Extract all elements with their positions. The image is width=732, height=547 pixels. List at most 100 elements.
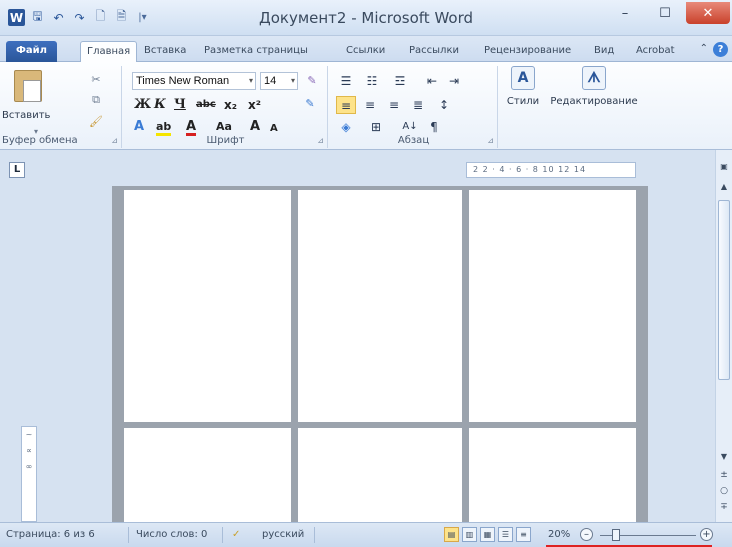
paste-icon[interactable] xyxy=(14,70,42,102)
shading-icon[interactable]: ◈ xyxy=(336,118,356,136)
tab-mailings[interactable]: Рассылки xyxy=(409,41,459,62)
bold-button[interactable]: Ж xyxy=(134,96,151,114)
outline-view-icon[interactable]: ☰ xyxy=(498,527,513,542)
tab-page-layout[interactable]: Разметка страницы xyxy=(204,41,308,62)
align-left-icon[interactable]: ≡ xyxy=(336,96,356,114)
maximize-button[interactable]: ☐ xyxy=(646,2,684,24)
language-indicator[interactable]: русский xyxy=(262,529,304,540)
view-ruler-icon[interactable]: ▣ xyxy=(716,162,732,176)
chevron-down-icon: ▾ xyxy=(248,76,253,85)
highlight-button[interactable]: ab xyxy=(156,118,172,136)
scroll-thumb[interactable] xyxy=(718,200,730,380)
grow-font-button[interactable]: A xyxy=(250,118,260,136)
italic-button[interactable]: К xyxy=(154,96,166,114)
underline-button[interactable]: Ч xyxy=(174,96,186,114)
tab-file[interactable]: Файл xyxy=(6,41,57,62)
tab-insert[interactable]: Вставка xyxy=(144,41,186,62)
word-count[interactable]: Число слов: 0 xyxy=(136,529,207,540)
justify-icon[interactable]: ≣ xyxy=(408,96,428,114)
ruler-area: L 2 2 · 4 · 6 · 8 10 12 14 xyxy=(0,150,732,186)
page-thumbnail[interactable] xyxy=(469,190,636,422)
horizontal-ruler[interactable]: 2 2 · 4 · 6 · 8 10 12 14 xyxy=(466,162,636,178)
paragraph-launcher-icon[interactable]: ⊿ xyxy=(487,136,494,145)
status-divider xyxy=(128,527,129,543)
minimize-button[interactable]: – xyxy=(606,2,644,24)
show-formatting-button[interactable]: ¶ xyxy=(424,118,444,136)
tab-home[interactable]: Главная xyxy=(80,41,138,63)
tab-selector-button[interactable]: L xyxy=(9,162,25,178)
chevron-down-icon: ▾ xyxy=(290,76,295,85)
help-icon[interactable]: ? xyxy=(713,42,728,57)
draft-view-icon[interactable]: ≡ xyxy=(516,527,531,542)
clipboard-launcher-icon[interactable]: ⊿ xyxy=(111,136,118,145)
tab-review[interactable]: Рецензирование xyxy=(484,41,571,62)
paste-button[interactable]: Вставить xyxy=(2,110,50,121)
document-workspace[interactable]: ~ ∝ ∞ xyxy=(0,186,715,522)
font-size-value: 14 xyxy=(264,75,277,87)
styles-button[interactable]: A Стили xyxy=(502,66,544,107)
font-launcher-icon[interactable]: ⊿ xyxy=(317,136,324,145)
previous-page-icon[interactable]: ± xyxy=(716,470,732,480)
borders-icon[interactable]: ⊞ xyxy=(366,118,386,136)
font-name-value: Times New Roman xyxy=(136,75,230,87)
page-thumbnail[interactable] xyxy=(298,428,462,522)
scroll-down-icon[interactable]: ▼ xyxy=(716,452,732,466)
paragraph-group: ☰ ☷ ☲ ⇤ ⇥ ≡ ≡ ≡ ≣ ↕ ◈ ⊞ A↓ ¶ Абзац ⊿ xyxy=(330,66,498,148)
decrease-indent-icon[interactable]: ⇤ xyxy=(422,72,442,90)
align-right-icon[interactable]: ≡ xyxy=(384,96,404,114)
status-bar: Страница: 6 из 6 Число слов: 0 ✓ русский… xyxy=(0,522,732,547)
line-spacing-icon[interactable]: ↕ xyxy=(434,96,454,114)
browse-object-icon[interactable]: ○ xyxy=(716,486,732,496)
clipboard-group-label: Буфер обмена xyxy=(2,135,78,146)
page-thumbnail[interactable] xyxy=(124,428,291,522)
text-effects-button[interactable]: A xyxy=(134,118,144,136)
proofing-icon[interactable]: ✓ xyxy=(232,529,240,540)
format-painter-icon[interactable]: 🖌 xyxy=(88,114,104,130)
vertical-scrollbar[interactable]: ▣ ▲ ▼ ± ○ ∓ xyxy=(715,150,732,522)
zoom-out-button[interactable]: – xyxy=(580,528,593,541)
font-name-combo[interactable]: Times New Roman ▾ xyxy=(132,72,256,90)
full-screen-view-icon[interactable]: ▥ xyxy=(462,527,477,542)
multilevel-list-icon[interactable]: ☲ xyxy=(390,72,410,90)
font-color-button[interactable]: A xyxy=(186,118,197,136)
print-layout-view-icon[interactable]: ▤ xyxy=(444,527,459,542)
grow-font-icon[interactable]: ✎ xyxy=(304,73,320,89)
minimize-ribbon-icon[interactable]: ⌃ xyxy=(700,43,708,54)
zoom-level[interactable]: 20% xyxy=(548,529,570,540)
styles-label: Стили xyxy=(506,96,540,107)
tab-references[interactable]: Ссылки xyxy=(346,41,385,62)
change-case-button[interactable]: Aa xyxy=(216,118,232,136)
bullets-icon[interactable]: ☰ xyxy=(336,72,356,90)
tab-acrobat[interactable]: Acrobat xyxy=(636,41,675,62)
tab-view[interactable]: Вид xyxy=(594,41,614,62)
zoom-in-button[interactable]: + xyxy=(700,528,713,541)
sort-button[interactable]: A↓ xyxy=(400,118,420,136)
page-thumbnail[interactable] xyxy=(469,428,636,522)
strikethrough-button[interactable]: abc xyxy=(196,96,216,114)
clipboard-group: Вставить ▾ ✂ ⧉ 🖌 Буфер обмена ⊿ xyxy=(0,66,122,148)
status-divider xyxy=(314,527,315,543)
page-grid xyxy=(112,186,648,522)
close-button[interactable]: ✕ xyxy=(686,2,730,24)
page-thumbnail[interactable] xyxy=(298,190,462,422)
vertical-ruler[interactable]: ~ ∝ ∞ xyxy=(21,426,37,522)
clear-formatting-icon[interactable]: ✎ xyxy=(302,96,318,112)
ribbon-tabs: Файл Главная Вставка Разметка страницы С… xyxy=(0,36,732,63)
web-layout-view-icon[interactable]: ▦ xyxy=(480,527,495,542)
page-count[interactable]: Страница: 6 из 6 xyxy=(6,529,95,540)
page-thumbnail[interactable] xyxy=(124,190,291,422)
scroll-up-icon[interactable]: ▲ xyxy=(716,182,732,196)
window-controls: – ☐ ✕ xyxy=(606,2,730,24)
editing-button[interactable]: ᗑ Редактирование xyxy=(546,66,642,107)
copy-icon[interactable]: ⧉ xyxy=(88,92,104,108)
align-center-icon[interactable]: ≡ xyxy=(360,96,380,114)
subscript-button[interactable]: x₂ xyxy=(224,96,237,114)
next-page-icon[interactable]: ∓ xyxy=(716,502,732,512)
increase-indent-icon[interactable]: ⇥ xyxy=(444,72,464,90)
zoom-slider-thumb[interactable] xyxy=(612,529,620,541)
font-size-combo[interactable]: 14 ▾ xyxy=(260,72,298,90)
numbering-icon[interactable]: ☷ xyxy=(362,72,382,90)
cut-icon[interactable]: ✂ xyxy=(88,72,104,88)
superscript-button[interactable]: x² xyxy=(248,96,261,114)
title-bar: W 🖫 ↶ ↷ 🗋 🗎 |▾ Документ2 - Microsoft Wor… xyxy=(0,0,732,36)
